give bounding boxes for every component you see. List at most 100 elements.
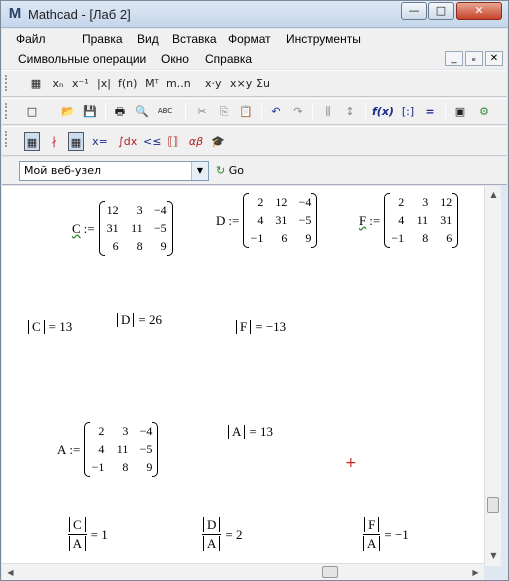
open-icon[interactable]: 📂 xyxy=(60,102,76,121)
align-down-icon[interactable]: ↕ xyxy=(342,102,358,121)
worksheet-area[interactable]: C := 12 3 −4 31 11 −5 6 8 9 D := 2 12 −4… xyxy=(2,186,484,566)
symbolic-icon[interactable]: 🎓 xyxy=(210,132,226,151)
ratio-result: = 2 xyxy=(225,526,243,542)
menu-window[interactable]: Окно xyxy=(161,52,189,66)
matrix-cell: −4 xyxy=(153,203,167,217)
maximize-button[interactable]: □ xyxy=(428,2,454,20)
scroll-down-icon[interactable]: ▼ xyxy=(485,547,502,564)
menu-symbolics[interactable]: Символьные операции xyxy=(18,52,146,66)
evaluation-icon[interactable]: x= xyxy=(92,132,108,151)
doc-close-button[interactable]: ✕ xyxy=(485,51,503,66)
vertical-scroll-thumb[interactable] xyxy=(487,497,499,513)
undo-icon[interactable]: ↶ xyxy=(268,102,284,121)
determinant-a[interactable]: A = 13 xyxy=(228,424,273,440)
menu-help[interactable]: Справка xyxy=(205,52,252,66)
greek-icon[interactable]: αβ xyxy=(188,132,204,151)
calculate-icon[interactable]: = xyxy=(422,102,438,121)
programming-icon[interactable]: ⟦⟧ xyxy=(165,132,181,151)
scroll-left-icon[interactable]: ◀ xyxy=(2,564,19,581)
matrix-cell: 9 xyxy=(160,239,167,253)
menu-edit[interactable]: Правка xyxy=(82,32,123,46)
matrix-f-label: F xyxy=(359,212,367,228)
minimize-button[interactable]: — xyxy=(401,2,427,20)
insert-function-icon[interactable]: f(x) xyxy=(372,102,394,121)
matrix-f-definition[interactable]: F := 2 3 12 4 11 31 −1 8 6 xyxy=(359,193,459,248)
matrix-cell: 2 xyxy=(98,424,105,438)
redo-icon[interactable]: ↷ xyxy=(290,102,306,121)
component-icon[interactable]: ▣ xyxy=(452,102,468,121)
inverse-icon[interactable]: x⁻¹ xyxy=(72,74,89,93)
matrix-a-definition[interactable]: A := 2 3 −4 4 11 −5 −1 8 9 xyxy=(57,422,159,477)
url-select[interactable]: Мой веб-узел ▼ xyxy=(19,161,209,181)
ratio-c-over-a[interactable]: C A = 1 xyxy=(68,517,108,552)
determinant-d-result: = 26 xyxy=(138,312,162,327)
horizontal-scroll-thumb[interactable] xyxy=(322,566,338,578)
menu-format[interactable]: Формат xyxy=(228,32,271,46)
matrix-cell: 3 xyxy=(122,424,129,438)
cross-product-icon[interactable]: x×y xyxy=(230,74,252,93)
resources-icon[interactable]: ⚙ xyxy=(476,102,492,121)
matrix-d: 2 12 −4 4 31 −5 −1 6 9 xyxy=(243,193,318,248)
scroll-up-icon[interactable]: ▲ xyxy=(485,186,502,203)
matrix-cell: −5 xyxy=(139,442,153,456)
scroll-right-icon[interactable]: ▶ xyxy=(467,564,484,581)
save-icon[interactable]: 💾 xyxy=(82,102,98,121)
graph-icon[interactable]: ∤ xyxy=(46,132,62,151)
vertical-scrollbar[interactable]: ▲ ▼ xyxy=(484,186,501,566)
matrix-cell: 12 xyxy=(275,195,288,209)
matrix-c-definition[interactable]: C := 12 3 −4 31 11 −5 6 8 9 xyxy=(72,201,173,256)
title-bar: M Mathcad - [Лаб 2] — □ ✕ xyxy=(1,1,508,28)
menu-bar-secondary: Символьные операции Окно Справка _ ₑ ✕ xyxy=(2,49,507,69)
mathcad-logo-icon: M xyxy=(8,5,22,22)
horizontal-scrollbar[interactable]: ◀ ▶ xyxy=(2,563,484,580)
close-button[interactable]: ✕ xyxy=(456,2,502,20)
determinant-d[interactable]: D = 26 xyxy=(117,312,162,328)
ratio-d-over-a[interactable]: D A = 2 xyxy=(202,517,242,552)
subscript-icon[interactable]: xₙ xyxy=(50,74,66,93)
determinant-icon[interactable]: |x| xyxy=(96,74,112,93)
determinant-c[interactable]: C = 13 xyxy=(28,319,72,335)
menu-tools[interactable]: Инструменты xyxy=(286,32,361,46)
ratio-f-over-a[interactable]: F A = −1 xyxy=(363,517,409,552)
go-button[interactable]: ↻ Go xyxy=(216,162,244,180)
print-preview-icon[interactable]: 🔍 xyxy=(134,102,150,121)
determinant-c-result: = 13 xyxy=(48,319,73,334)
transpose-icon[interactable]: Mᵀ xyxy=(144,74,160,93)
cut-icon[interactable]: ✂ xyxy=(194,102,210,121)
crosshair-cursor-icon: + xyxy=(345,455,357,471)
resource-url-bar: Мой веб-узел ▼ ↻ Go xyxy=(2,157,507,185)
paste-icon[interactable]: 📋 xyxy=(238,102,254,121)
toolbar-grip[interactable] xyxy=(5,103,9,119)
menu-insert[interactable]: Вставка xyxy=(172,32,217,46)
spellcheck-icon[interactable]: ABC xyxy=(157,102,173,121)
align-across-icon[interactable]: ⫼ xyxy=(320,102,336,121)
new-icon[interactable]: □ xyxy=(24,102,40,121)
range-icon[interactable]: m..n xyxy=(166,74,191,93)
copy-icon[interactable]: ⎘ xyxy=(216,102,232,121)
print-icon[interactable]: 🖶 xyxy=(112,102,128,121)
calculator-icon[interactable]: ▦ xyxy=(24,132,40,151)
vectorize-icon[interactable]: f(n) xyxy=(118,74,137,93)
dot-product-icon[interactable]: x·y xyxy=(205,74,222,93)
menu-file[interactable]: Файл xyxy=(16,32,46,46)
vector-sum-icon[interactable]: Σu xyxy=(255,74,271,93)
matrix-cell: 31 xyxy=(106,221,119,235)
doc-minimize-button[interactable]: _ xyxy=(445,51,463,66)
boolean-icon[interactable]: <≤ xyxy=(143,132,161,151)
doc-restore-button[interactable]: ₑ xyxy=(465,51,483,66)
determinant-a-var: A xyxy=(228,425,246,439)
assign-operator: := xyxy=(228,212,240,228)
matrix-palette-icon[interactable]: ▦ xyxy=(68,132,84,151)
matrix-icon[interactable]: ▦ xyxy=(28,74,44,93)
matrix-d-label: D xyxy=(216,212,226,228)
toolbar-grip[interactable] xyxy=(5,75,9,91)
calculus-icon[interactable]: ∫dx xyxy=(118,132,137,151)
chevron-down-icon[interactable]: ▼ xyxy=(191,162,208,180)
determinant-a-result: = 13 xyxy=(249,424,273,439)
menu-view[interactable]: Вид xyxy=(137,32,159,46)
determinant-f[interactable]: F = −13 xyxy=(236,319,286,335)
insert-unit-icon[interactable]: [:] xyxy=(400,102,416,121)
matrix-d-definition[interactable]: D := 2 12 −4 4 31 −5 −1 6 9 xyxy=(216,193,318,248)
toolbar-grip[interactable] xyxy=(5,131,9,147)
matrix-cell: 11 xyxy=(116,442,129,456)
